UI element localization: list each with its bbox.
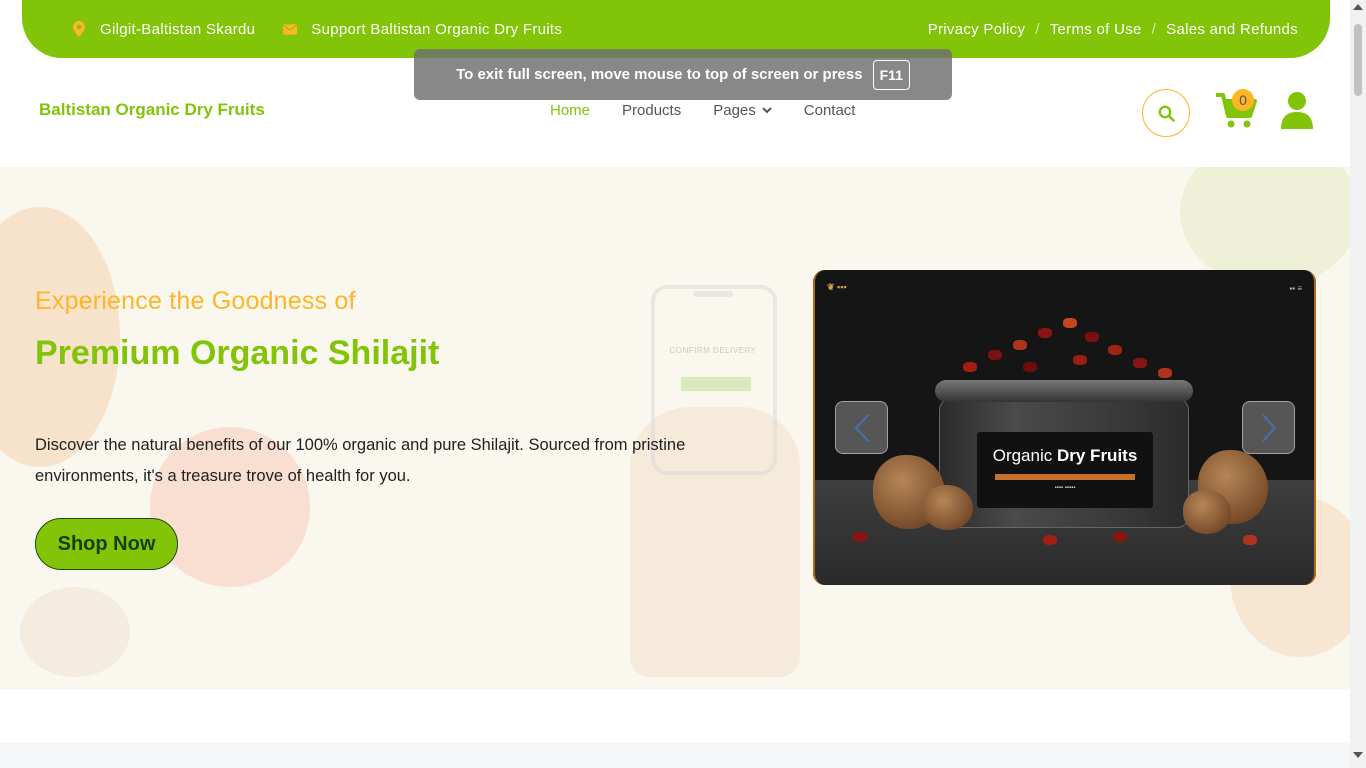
scroll-up-arrow-icon[interactable] xyxy=(1353,4,1363,10)
user-icon[interactable] xyxy=(1280,91,1314,129)
chevron-left-icon xyxy=(854,413,869,442)
fruit-piece xyxy=(1023,362,1037,372)
page: Gilgit-Baltistan Skardu Support Baltista… xyxy=(0,0,1366,768)
terms-of-use-link[interactable]: Terms of Use xyxy=(1050,21,1142,38)
nav-pages-label: Pages xyxy=(713,102,756,119)
jar-label-word1: Organic xyxy=(992,446,1053,465)
fullscreen-notice-text: To exit full screen, move mouse to top o… xyxy=(456,66,863,83)
brand-logo[interactable]: Baltistan Organic Dry Fruits xyxy=(39,100,265,120)
map-marker-icon xyxy=(72,21,86,37)
fruit-piece xyxy=(1133,358,1147,368)
nav-pages-dropdown[interactable]: Pages xyxy=(713,102,772,119)
link-separator: / xyxy=(1035,20,1040,38)
fruit-piece xyxy=(1038,328,1052,338)
fruit-piece xyxy=(1013,340,1027,350)
chevron-right-icon xyxy=(1261,413,1276,442)
hero-carousel: ❦ ▪▪▪ ▪▪ ≡ Organic Dry Fruits ▪▪▪▪ ▪▪▪▪▪ xyxy=(813,270,1316,585)
envelope-icon xyxy=(283,21,298,37)
carousel-next-button[interactable] xyxy=(1242,401,1295,454)
fruit-piece xyxy=(1085,332,1099,342)
fruit-piece xyxy=(1113,532,1127,542)
background-egg xyxy=(20,587,130,677)
privacy-policy-link[interactable]: Privacy Policy xyxy=(928,21,1026,38)
background-greens xyxy=(1180,167,1350,287)
chevron-down-icon xyxy=(762,107,772,114)
hero-heading: Premium Organic Shilajit xyxy=(35,334,440,372)
fruit-piece xyxy=(853,532,867,542)
jar-label: Organic Dry Fruits ▪▪▪▪ ▪▪▪▪▪ xyxy=(977,432,1153,508)
walnut xyxy=(1183,490,1231,534)
search-icon xyxy=(1158,105,1175,122)
shop-now-button[interactable]: Shop Now xyxy=(35,518,178,570)
f11-key: F11 xyxy=(872,59,910,90)
support-text: Support Baltistan Organic Dry Fruits xyxy=(311,20,563,38)
scroll-down-arrow-icon[interactable] xyxy=(1353,752,1363,758)
fullscreen-notice: To exit full screen, move mouse to top o… xyxy=(414,49,952,100)
next-section xyxy=(0,742,1350,768)
page-scrollbar[interactable] xyxy=(1350,0,1366,768)
fruit-piece xyxy=(1073,355,1087,365)
fruit-piece xyxy=(988,350,1002,360)
cart-count-badge: 0 xyxy=(1232,89,1254,111)
fruit-piece xyxy=(1043,535,1057,545)
nav-contact[interactable]: Contact xyxy=(804,102,856,119)
fruit-piece xyxy=(1063,318,1077,328)
carousel-prev-button[interactable] xyxy=(835,401,888,454)
jar-label-word2: Dry Fruits xyxy=(1056,446,1138,465)
carousel-logo-mark: ❦ ▪▪▪ xyxy=(827,282,847,292)
hero-description: Discover the natural benefits of our 100… xyxy=(35,436,686,485)
product-jar: Organic Dry Fruits ▪▪▪▪ ▪▪▪▪▪ xyxy=(935,380,1193,530)
scrollbar-thumb[interactable] xyxy=(1354,24,1362,96)
main-menu: Home Products Pages Contact xyxy=(550,102,855,119)
nav-home[interactable]: Home xyxy=(550,102,590,119)
phone-text: CONFIRM DELIVERY xyxy=(669,346,757,355)
carousel-menu-icon: ▪▪ ≡ xyxy=(1289,284,1302,293)
walnut xyxy=(923,485,973,530)
fruit-piece xyxy=(1108,345,1122,355)
fruit-piece xyxy=(1243,535,1257,545)
sales-refunds-link[interactable]: Sales and Refunds xyxy=(1166,21,1298,38)
location-text: Gilgit-Baltistan Skardu xyxy=(100,20,256,38)
search-button[interactable] xyxy=(1142,89,1190,137)
fruit-piece xyxy=(1158,368,1172,378)
fruit-piece xyxy=(963,362,977,372)
phone-button xyxy=(681,377,751,391)
hero-subheading: Experience the Goodness of xyxy=(35,287,356,315)
nav-products[interactable]: Products xyxy=(622,102,681,119)
link-separator: / xyxy=(1151,20,1157,38)
